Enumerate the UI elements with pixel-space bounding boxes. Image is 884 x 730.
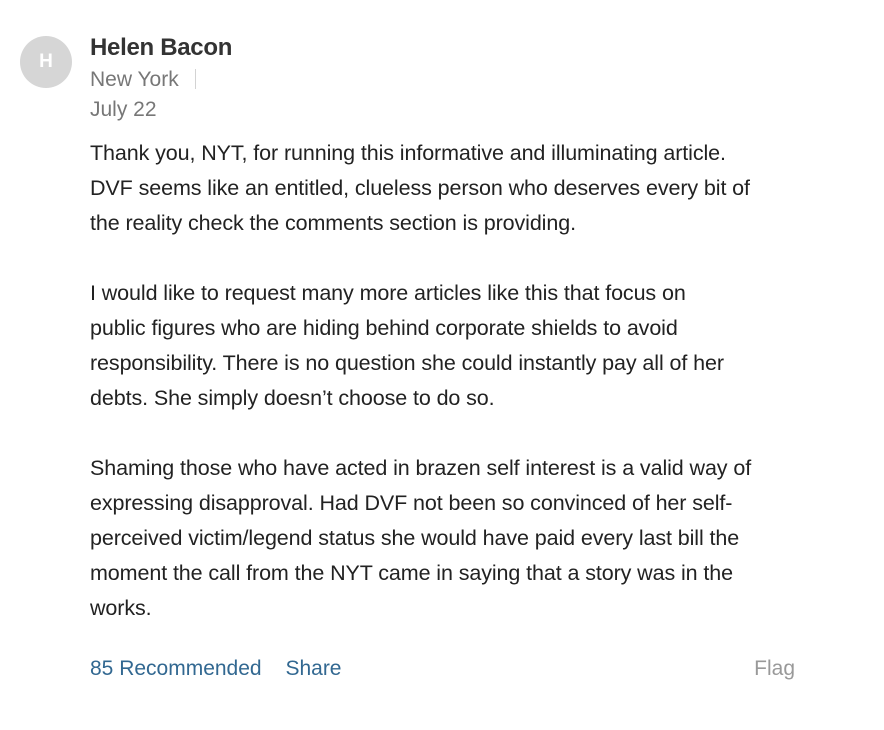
author-location: New York — [90, 68, 179, 91]
comment-actions: 85 Recommended Share Flag — [90, 654, 795, 684]
meta-divider — [194, 69, 196, 89]
flag-button[interactable]: Flag — [754, 654, 795, 684]
share-button[interactable]: Share — [285, 657, 341, 680]
author-name: Helen Bacon — [90, 34, 233, 61]
comment-paragraph: Thank you, NYT, for running this informa… — [90, 141, 750, 235]
comment-paragraph: Shaming those who have acted in brazen s… — [90, 456, 752, 620]
comment-card: H Helen Bacon New York July 22 Thank you… — [0, 0, 884, 730]
comment-body: Thank you, NYT, for running this informa… — [90, 136, 830, 626]
avatar: H — [20, 36, 72, 88]
comment-meta: Helen Bacon New York July 22 — [90, 32, 232, 125]
location-line: New York — [90, 65, 232, 95]
comment-paragraph: I would like to request many more articl… — [90, 281, 724, 410]
recommend-button[interactable]: 85 Recommended — [90, 657, 262, 680]
comment-date: July 22 — [90, 98, 157, 121]
avatar-initial: H — [39, 51, 53, 72]
